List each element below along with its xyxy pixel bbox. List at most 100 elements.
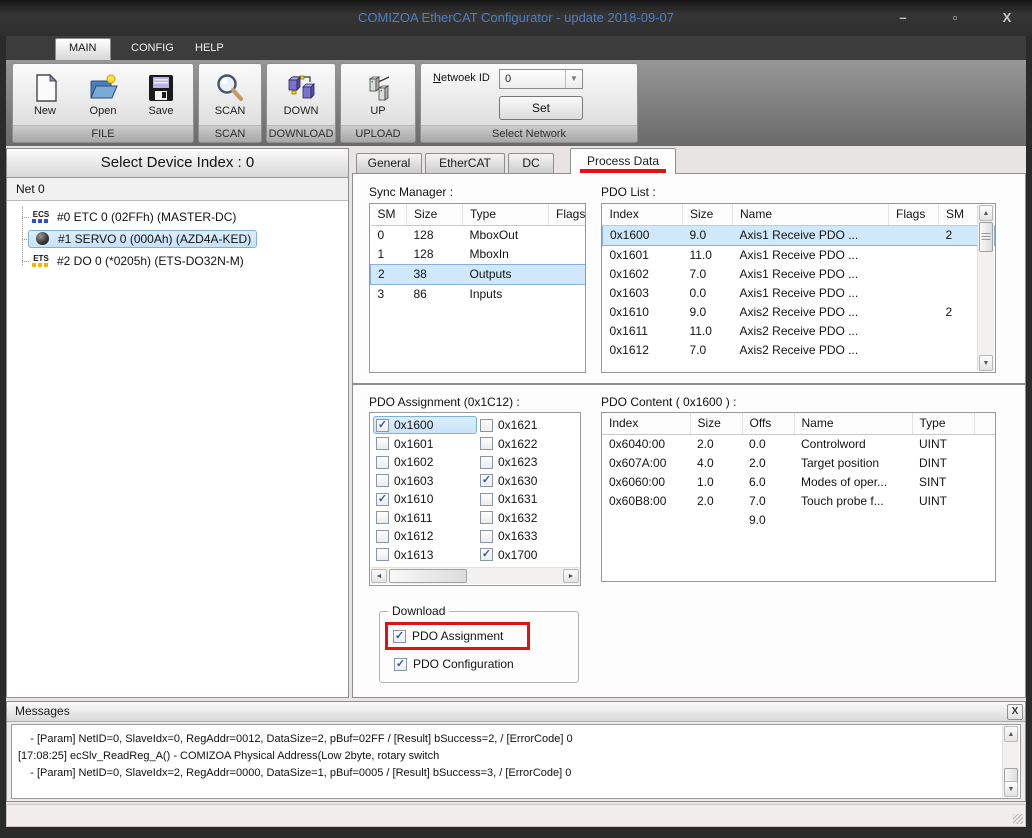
column-header[interactable]: Flags <box>549 204 587 226</box>
table-row[interactable]: 1128MboxIn <box>371 245 587 265</box>
checkbox[interactable] <box>480 511 493 524</box>
column-header[interactable]: Size <box>683 204 733 226</box>
pdo-assignment-checkbox[interactable] <box>393 630 406 643</box>
table-row[interactable]: 0x6060:001.06.0Modes of oper...SINT <box>602 473 995 492</box>
messages-log[interactable]: - [Param] NetID=0, SlaveIdx=0, RegAddr=0… <box>11 724 1021 799</box>
scrollbar-thumb[interactable] <box>979 222 993 252</box>
pdo-assignment-item[interactable]: 0x1700 <box>477 546 581 564</box>
checkbox[interactable] <box>480 456 493 469</box>
messages-header[interactable]: Messages X <box>7 702 1025 722</box>
checkbox[interactable] <box>480 493 493 506</box>
pdo-assignment-item[interactable]: 0x1603 <box>373 472 477 490</box>
table-row[interactable]: 0x607A:004.02.0Target positionDINT <box>602 454 995 473</box>
net-label[interactable]: Net 0 <box>7 178 348 201</box>
maximize-icon[interactable]: ▫ <box>942 8 968 28</box>
tab-process-data[interactable]: Process Data <box>570 148 676 174</box>
pdo-assignment-item[interactable]: 0x1600 <box>373 416 477 434</box>
pdo-assignment-item[interactable]: 0x1622 <box>477 435 581 453</box>
column-header[interactable]: SM <box>939 204 979 226</box>
checkbox[interactable] <box>480 419 493 432</box>
vertical-scrollbar[interactable]: ▲ ▼ <box>1002 726 1019 797</box>
checkbox[interactable] <box>376 511 389 524</box>
checkbox[interactable] <box>480 548 493 561</box>
table-row[interactable]: 0x161111.0Axis2 Receive PDO ... <box>603 322 995 341</box>
pdo-assignment-item[interactable]: 0x1601 <box>373 435 477 453</box>
open-button[interactable]: Open <box>74 72 132 117</box>
vertical-scrollbar[interactable]: ▲ ▼ <box>977 205 994 371</box>
checkbox[interactable] <box>376 548 389 561</box>
pdo-assignment-item[interactable]: 0x1602 <box>373 453 477 471</box>
horizontal-scrollbar[interactable]: ◄ ► <box>371 567 579 584</box>
pdo-assignment-item[interactable]: 0x1613 <box>373 546 477 564</box>
menu-tab-main[interactable]: MAIN <box>55 38 111 60</box>
pdo-assignment-item[interactable]: 0x1631 <box>477 490 581 508</box>
pdo-assignment-item[interactable]: 0x1610 <box>373 490 477 508</box>
table-row[interactable]: 9.0 <box>602 511 995 530</box>
close-icon[interactable]: X <box>994 8 1020 28</box>
table-row[interactable]: 0x60B8:002.07.0Touch probe f...UINT <box>602 492 995 511</box>
scroll-up-icon[interactable]: ▲ <box>1004 726 1018 742</box>
save-button[interactable]: Save <box>132 72 190 117</box>
column-header[interactable]: SM <box>371 204 407 226</box>
menu-tab-help[interactable]: HELP <box>182 39 237 60</box>
column-header[interactable]: Flags <box>889 204 939 226</box>
column-header[interactable]: Name <box>794 413 912 435</box>
network-id-dropdown[interactable]: 0 ▼ <box>499 69 583 89</box>
pdo-assignment-item[interactable]: 0x1632 <box>477 509 581 527</box>
checkbox[interactable] <box>376 493 389 506</box>
scroll-down-icon[interactable]: ▼ <box>1004 781 1018 797</box>
pdo-assignment-item[interactable]: 0x1630 <box>477 472 581 490</box>
pdo-assignment-item[interactable]: 0x1623 <box>477 453 581 471</box>
checkbox[interactable] <box>376 419 389 432</box>
scroll-down-icon[interactable]: ▼ <box>979 355 993 371</box>
scrollbar-thumb[interactable] <box>389 569 467 583</box>
tab-general[interactable]: General <box>356 153 422 174</box>
menu-tab-config[interactable]: CONFIG <box>118 39 187 60</box>
column-header[interactable]: Type <box>463 204 549 226</box>
pdo-assignment-item[interactable]: 0x1612 <box>373 527 477 545</box>
column-header[interactable]: Size <box>690 413 742 435</box>
table-row[interactable]: 386Inputs <box>371 285 587 305</box>
column-header[interactable]: Type <box>912 413 974 435</box>
checkbox[interactable] <box>376 456 389 469</box>
column-header[interactable]: Offs <box>742 413 794 435</box>
column-header[interactable]: Index <box>602 413 690 435</box>
table-row[interactable]: 0x16009.0Axis1 Receive PDO ...2 <box>603 226 995 246</box>
column-header[interactable]: Name <box>733 204 889 226</box>
table-row[interactable]: 0x16127.0Axis2 Receive PDO ... <box>603 341 995 360</box>
new-button[interactable]: New <box>16 72 74 117</box>
up-button[interactable]: UP <box>349 72 407 117</box>
pdo-assignment-item[interactable]: 0x1633 <box>477 527 581 545</box>
close-messages-icon[interactable]: X <box>1007 704 1023 720</box>
table-row[interactable]: 0128MboxOut <box>371 226 587 246</box>
title-bar[interactable]: COMIZOA EtherCAT Configurator - update 2… <box>0 0 1032 36</box>
resize-grip[interactable] <box>1013 814 1023 824</box>
tree-item-servo[interactable]: #1 SERVO 0 (000Ah) (AZD4A-KED) <box>7 228 348 250</box>
table-row[interactable]: 0x16109.0Axis2 Receive PDO ...2 <box>603 303 995 322</box>
horizontal-splitter[interactable] <box>353 383 1025 385</box>
pdo-assignment-item[interactable]: 0x1621 <box>477 416 581 434</box>
checkbox[interactable] <box>480 530 493 543</box>
checkbox[interactable] <box>376 474 389 487</box>
chevron-down-icon[interactable]: ▼ <box>565 70 582 88</box>
column-header[interactable]: Index <box>603 204 683 226</box>
tab-dc[interactable]: DC <box>508 153 554 174</box>
checkbox[interactable] <box>480 474 493 487</box>
checkbox[interactable] <box>480 437 493 450</box>
table-row[interactable]: 238Outputs <box>371 265 587 285</box>
table-row[interactable]: 0x16027.0Axis1 Receive PDO ... <box>603 265 995 284</box>
pdo-assignment-item[interactable]: 0x1611 <box>373 509 477 527</box>
scroll-up-icon[interactable]: ▲ <box>979 205 993 221</box>
down-button[interactable]: DOWN <box>272 72 330 117</box>
table-row[interactable]: 0x6040:002.00.0ControlwordUINT <box>602 435 995 455</box>
table-row[interactable]: 0x160111.0Axis1 Receive PDO ... <box>603 246 995 266</box>
minimize-icon[interactable]: – <box>890 8 916 28</box>
set-button[interactable]: Set <box>499 96 583 120</box>
column-header[interactable]: Size <box>407 204 463 226</box>
scan-button[interactable]: SCAN <box>201 72 259 117</box>
tab-ethercat[interactable]: EtherCAT <box>425 153 505 174</box>
scroll-left-icon[interactable]: ◄ <box>371 569 387 583</box>
tree-item-master[interactable]: ECS #0 ETC 0 (02FFh) (MASTER-DC) <box>7 206 348 228</box>
table-row[interactable]: 0x16030.0Axis1 Receive PDO ... <box>603 284 995 303</box>
checkbox[interactable] <box>376 437 389 450</box>
